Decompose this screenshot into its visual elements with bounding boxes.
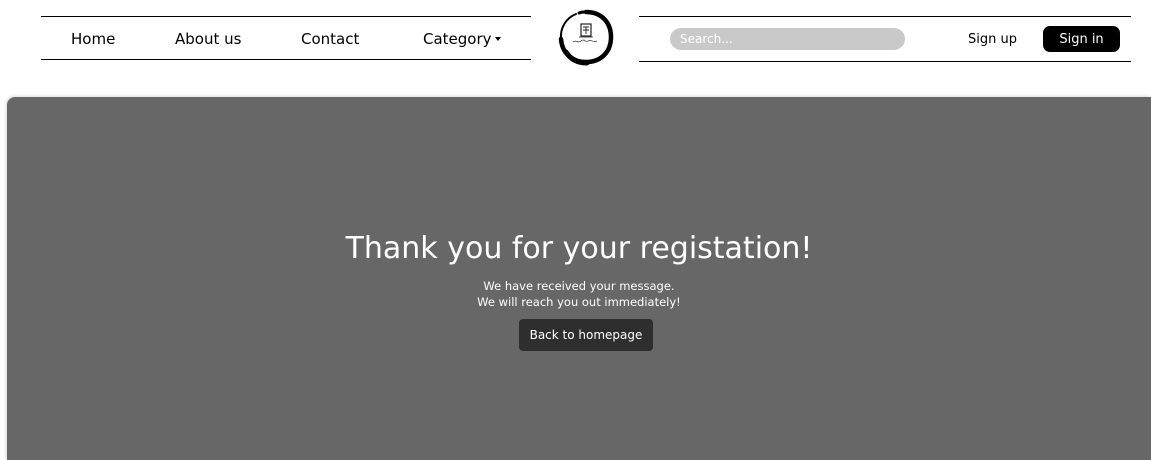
back-to-homepage-button[interactable]: Back to homepage [519,319,653,351]
search-input[interactable] [670,28,905,50]
nav-category-label: Category [423,30,492,48]
nav-about-link[interactable]: About us [175,30,241,48]
caret-down-icon [494,36,501,41]
hero-message-line-1: We have received your message. [483,279,675,293]
sign-in-button[interactable]: Sign in [1043,26,1120,52]
page: Home About us Contact Category Sign up S… [0,0,1151,460]
nav-category-dropdown[interactable]: Category [423,30,501,48]
sign-up-link[interactable]: Sign up [968,32,1017,48]
logo-emblem-icon [558,9,614,66]
nav-home-link[interactable]: Home [71,30,115,48]
hero-message-line-2: We will reach you out immediately! [477,295,681,309]
nav-right: Sign up Sign in [639,16,1131,62]
nav-left: Home About us Contact Category [41,16,531,60]
nav-contact-link[interactable]: Contact [301,30,359,48]
logo[interactable] [557,8,615,66]
hero-title: Thank you for your registation! [345,231,813,266]
